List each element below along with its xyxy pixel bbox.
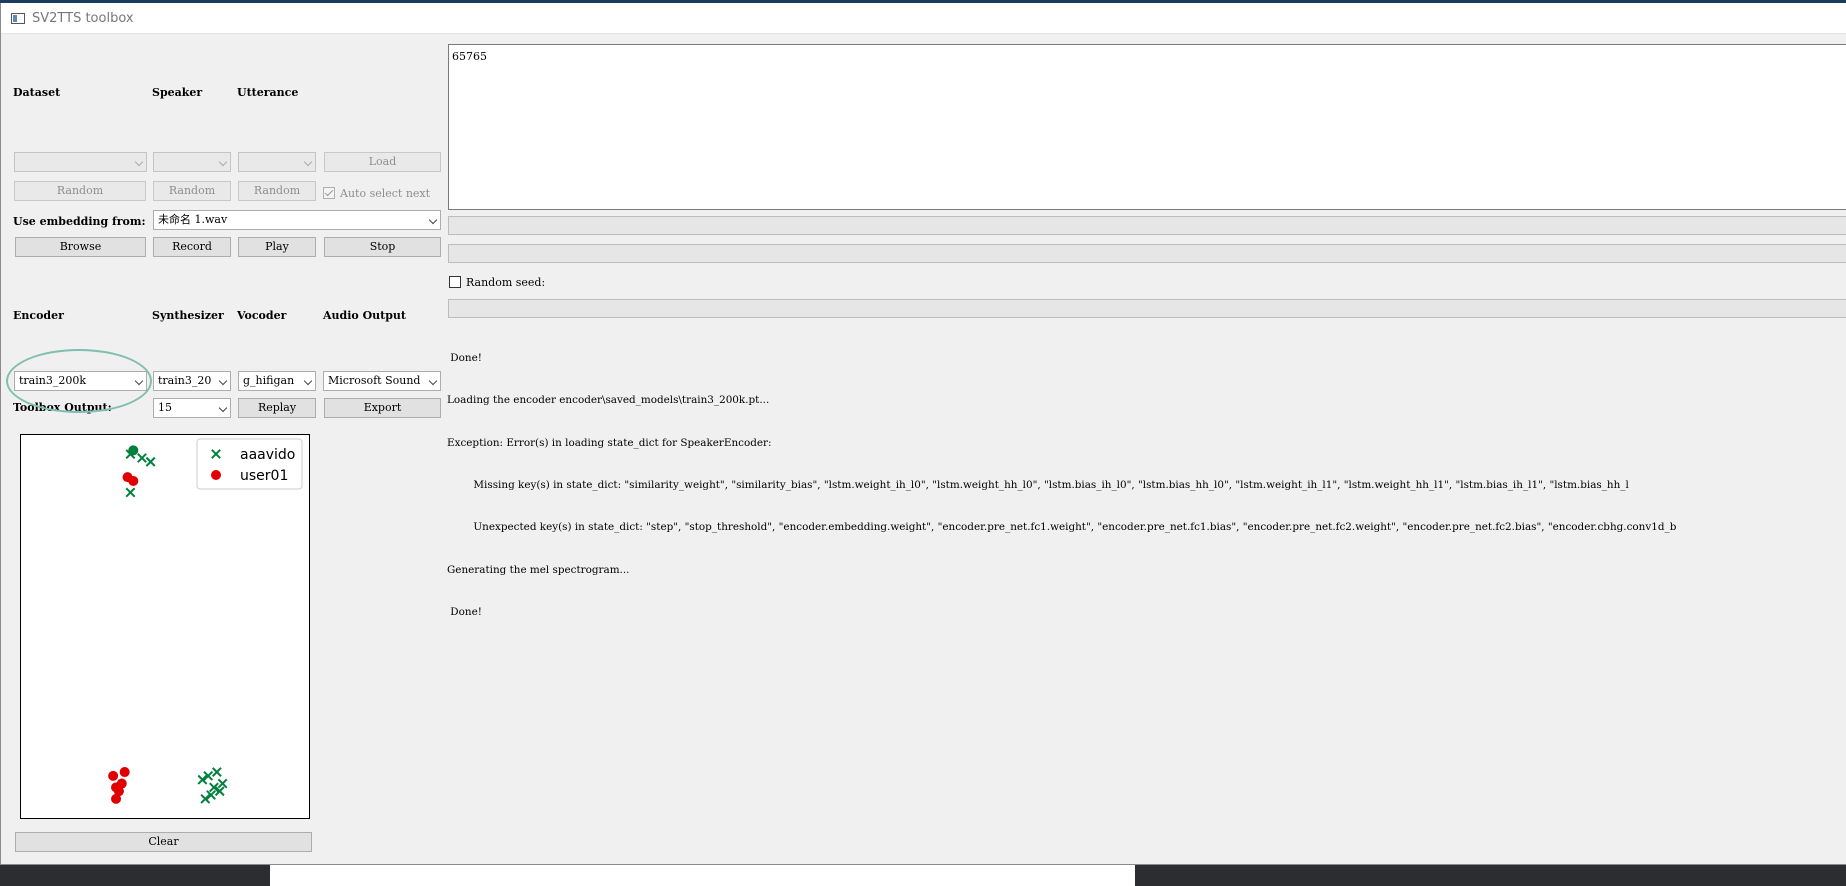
scatter-point-aaavido <box>211 767 222 777</box>
scatter-point-aaavido <box>145 456 156 467</box>
log-output: Done! Loading the encoder encoder\saved_… <box>447 323 1846 647</box>
speaker-select[interactable] <box>153 152 231 172</box>
encoder-header: Encoder <box>13 309 64 322</box>
audio-output-header: Audio Output <box>323 309 406 322</box>
chevron-down-icon <box>303 376 313 386</box>
window-title: SV2TTS toolbox <box>32 11 134 26</box>
load-button[interactable]: Load <box>324 152 441 172</box>
chevron-down-icon <box>428 376 438 386</box>
log-line: Missing key(s) in state_dict: "similarit… <box>447 479 1629 492</box>
vocoder-select[interactable]: g_hifigan <box>238 371 316 391</box>
audio-output-select[interactable]: Microsoft Sound <box>323 371 441 391</box>
random-dataset-button[interactable]: Random <box>14 181 146 201</box>
synthesizer-select[interactable]: train3_20 <box>153 371 231 391</box>
dataset-select[interactable] <box>14 152 147 172</box>
record-button[interactable]: Record <box>153 237 231 257</box>
auto-select-checkbox[interactable] <box>323 187 335 199</box>
scatter-point-user01 <box>128 475 139 486</box>
browse-button[interactable]: Browse <box>15 237 146 257</box>
scatter-point-user01 <box>113 786 124 797</box>
random-speaker-button[interactable]: Random <box>153 181 231 201</box>
scatter-svg: aaavido user01 <box>108 438 303 804</box>
toolbox-output-label: Toolbox Output: <box>13 401 112 414</box>
chevron-down-icon <box>428 215 438 225</box>
auto-select-label: Auto select next <box>340 187 431 200</box>
synthesizer-header: Synthesizer <box>152 309 224 322</box>
play-button[interactable]: Play <box>238 237 316 257</box>
text-input[interactable]: 65765 <box>448 44 1846 210</box>
clear-button[interactable]: Clear <box>15 832 312 852</box>
legend-label-user01: user01 <box>240 468 288 484</box>
random-seed-label: Random seed: <box>466 276 546 289</box>
vocoder-header: Vocoder <box>237 309 287 322</box>
utterance-header: Utterance <box>237 86 299 99</box>
background-window <box>270 865 1135 886</box>
log-line: Unexpected key(s) in state_dict: "step",… <box>447 521 1677 534</box>
title-bar: SV2TTS toolbox <box>1 3 1846 34</box>
scatter-point-aaavido <box>125 487 136 498</box>
log-line: Done! <box>447 352 482 365</box>
scatter-point-aaavido <box>217 778 228 789</box>
chevron-down-icon <box>218 157 228 167</box>
log-line: Exception: Error(s) in loading state_dic… <box>447 436 772 449</box>
toolbox-window: SV2TTS toolbox Dataset Speaker Utterance… <box>0 3 1846 865</box>
chevron-down-icon <box>134 157 144 167</box>
log-line: Done! <box>447 605 482 618</box>
waveform-bar-2 <box>448 244 1846 263</box>
replay-button[interactable]: Replay <box>238 398 316 418</box>
chevron-down-icon <box>303 157 313 167</box>
export-button[interactable]: Export <box>324 398 441 418</box>
speaker-header: Speaker <box>152 86 203 99</box>
dataset-header: Dataset <box>13 86 61 99</box>
scatter-point-user01 <box>119 767 130 778</box>
chevron-down-icon <box>218 376 228 386</box>
scatter-point-user01 <box>108 770 119 781</box>
scatter-point-aaavido <box>137 453 147 463</box>
embedding-label: Use embedding from: <box>13 215 146 228</box>
utterance-select[interactable] <box>238 152 316 172</box>
chevron-down-icon <box>218 403 228 413</box>
legend-marker-user01 <box>211 470 221 480</box>
app-icon <box>11 13 25 24</box>
toolbox-output-select[interactable]: 15 <box>153 398 231 418</box>
legend-label-aaavido: aaavido <box>240 447 295 463</box>
chevron-down-icon <box>134 376 144 386</box>
scatter-point-aaavido <box>128 445 139 456</box>
random-seed-checkbox[interactable] <box>449 276 461 288</box>
embedding-select[interactable]: 未命名 1.wav <box>153 210 441 230</box>
embedding-projection-plot: aaavido user01 <box>20 434 310 819</box>
waveform-bar-1 <box>448 216 1846 235</box>
encoder-select[interactable]: train3_200k <box>14 371 147 391</box>
legend: aaavido user01 <box>196 438 303 490</box>
stop-button[interactable]: Stop <box>324 237 441 257</box>
random-utterance-button[interactable]: Random <box>238 181 316 201</box>
log-line: Generating the mel spectrogram... <box>447 563 630 576</box>
seed-input-bar[interactable] <box>448 299 1846 318</box>
log-line: Loading the encoder encoder\saved_models… <box>447 394 770 407</box>
